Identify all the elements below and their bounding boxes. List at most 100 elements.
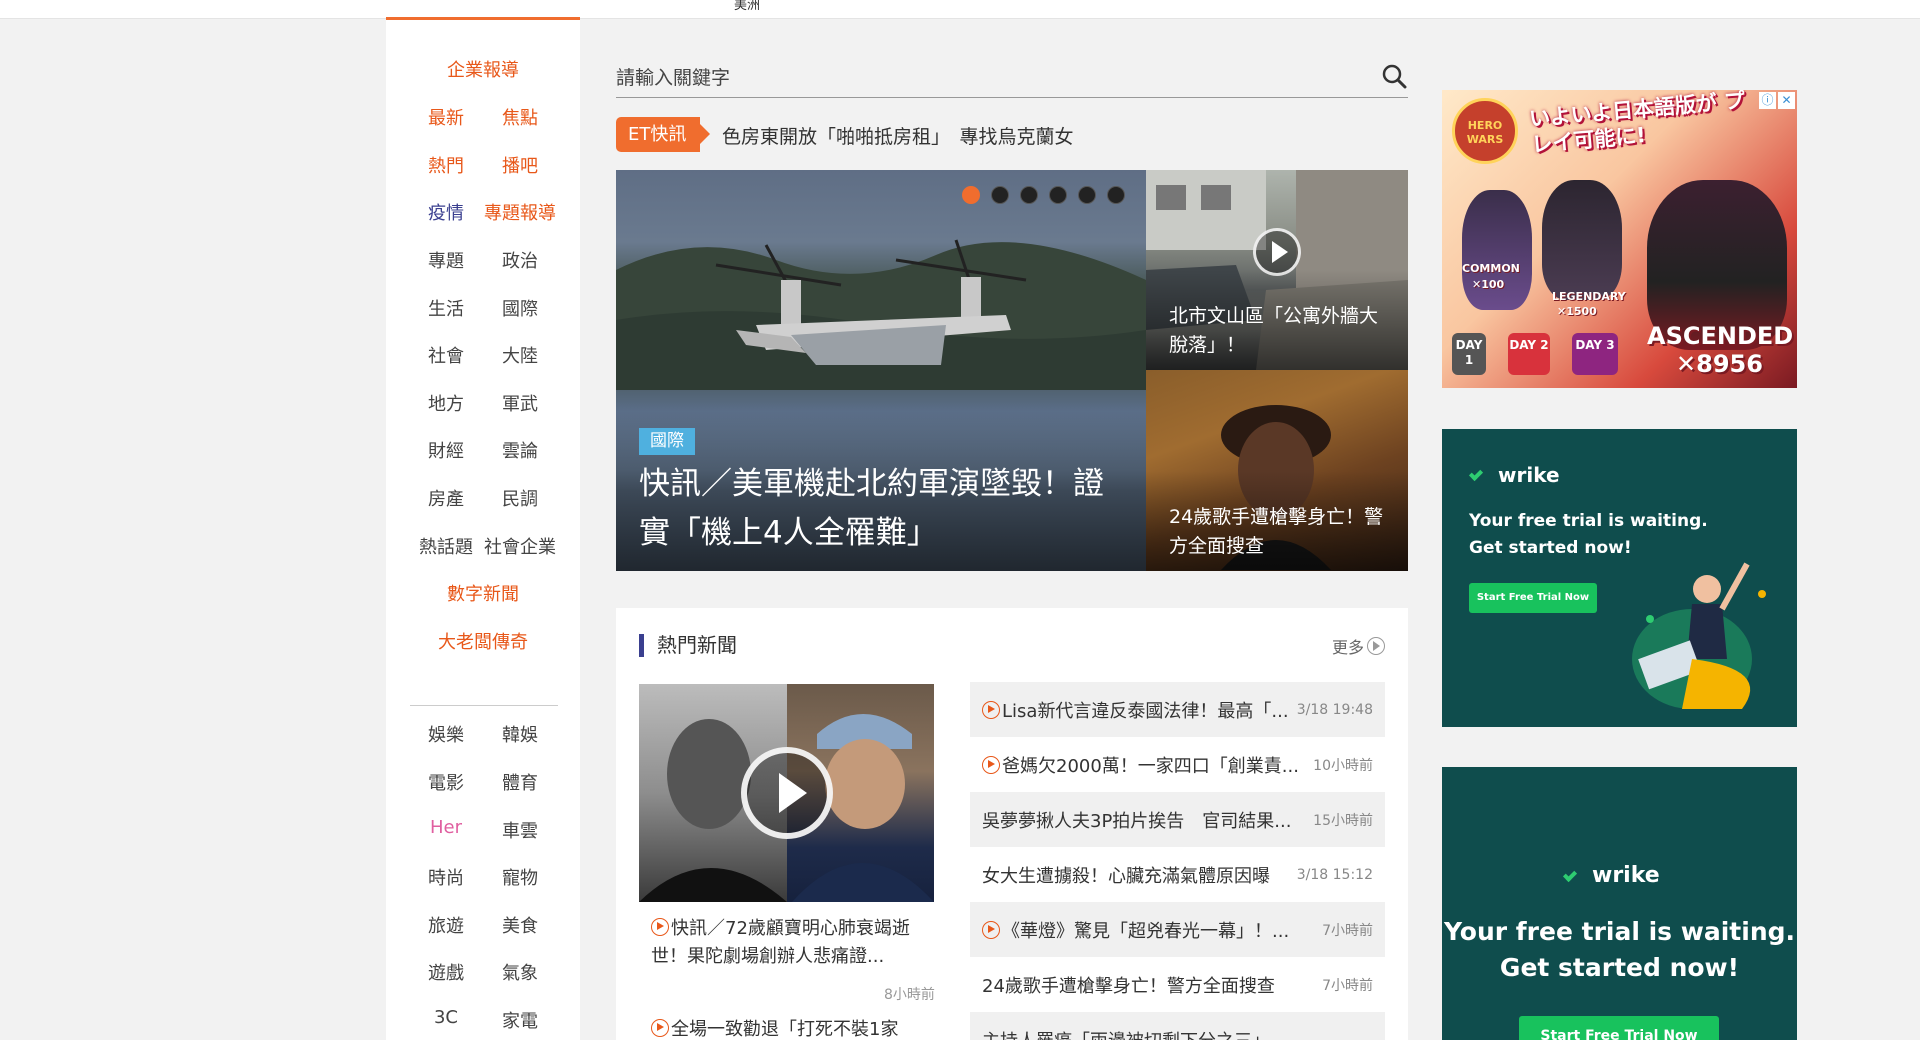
side-story-title[interactable]: 北市文山區「公寓外牆大脫落」！ [1169,302,1394,360]
news-item-title: Lisa新代言違反泰國法律！最高「... [982,697,1293,723]
top-nav-bar: 美洲 [0,0,1920,20]
wrike-advertisement-2[interactable]: wrike Your free trial is waiting. Get st… [1442,767,1797,1040]
search-icon[interactable] [1380,62,1408,90]
video-play-icon[interactable] [741,747,833,839]
sidebar-item-finance[interactable]: 財經 [428,437,464,463]
checkmark-icon [1562,869,1588,883]
sidebar-item-socialent[interactable]: 社會企業 [484,533,556,559]
sidebar-item-politics[interactable]: 政治 [502,247,538,273]
ad-close-icon[interactable]: ✕ [1778,92,1795,109]
news-item-time: 10小時前 [1313,757,1373,774]
news-item-title: 爸媽欠2000萬！一家四口「創業責... [982,752,1309,778]
wrike-copy-line-1: Your free trial is waiting. [1469,511,1708,531]
sidebar-item-3c[interactable]: 3C [434,1007,458,1028]
hero-headline[interactable]: 快訊／美軍機赴北約軍演墜毀！證實「機上4人全罹難」 [639,460,1109,558]
sidebar-item-appliances[interactable]: 家電 [502,1007,538,1033]
sidebar-item-weather[interactable]: 氣象 [502,959,538,985]
game-advertisement[interactable]: HERO WARS いよいよ日本語版が プレイ可能に! ⓘ ✕ COMMON ✕… [1442,90,1797,388]
sidebar-item-covid[interactable]: 疫情 [428,199,464,225]
arrow-right-circle-icon [1367,637,1385,655]
sidebar-item-sports[interactable]: 體育 [502,769,538,795]
more-link[interactable]: 更多 [1332,634,1385,658]
carousel-dot-3[interactable] [1020,186,1038,204]
sidebar-item-opinion[interactable]: 雲論 [502,437,538,463]
video-play-icon [982,920,1000,939]
feature-story-title[interactable]: 快訊／72歲顧寶明心肺衰竭逝世！果陀劇場創辦人悲痛證... [651,915,931,971]
video-play-icon [982,700,1000,719]
news-list-item[interactable]: Lisa新代言違反泰國法律！最高「... 3/18 19:48 [970,682,1385,737]
sidebar-item-pets[interactable]: 寵物 [502,864,538,890]
sidebar-item-movie[interactable]: 電影 [428,769,464,795]
sidebar-item-trending[interactable]: 熱話題 [419,533,473,559]
ascended-title: ASCENDED [1647,322,1794,350]
label-legendary: LEGENDARY [1552,290,1626,303]
news-item-title-text: 女大生遭擄殺！心臟充滿氣體原因曝 [982,865,1270,887]
sidebar-item-military[interactable]: 軍武 [502,390,538,416]
ad-choices[interactable]: ⓘ ✕ [1759,92,1795,109]
news-list-item[interactable]: 24歲歌手遭槍擊身亡！警方全面搜查 7小時前 [970,957,1385,1012]
sidebar-item-focus[interactable]: 焦點 [502,104,538,130]
ad-info-icon[interactable]: ⓘ [1759,92,1776,109]
news-list-item[interactable]: 吳夢夢揪人夫3P拍片挨告 官司結果... 15小時前 [970,792,1385,847]
news-list-item[interactable]: 女大生遭擄殺！心臟充滿氣體原因曝 3/18 15:12 [970,847,1385,902]
carousel-dot-5[interactable] [1078,186,1096,204]
sidebar-item-latest[interactable]: 最新 [428,104,464,130]
day-3-badge: DAY 3 [1572,333,1618,375]
news-list-item[interactable]: 主持人罹癌「兩邊被切剩下分之三」 [970,1012,1385,1040]
sidebar-item-cars[interactable]: 車雲 [502,817,538,843]
sidebar-item-boss[interactable]: 大老闆傳奇 [438,628,528,654]
start-free-trial-button[interactable]: Start Free Trial Now [1469,583,1597,613]
carousel-dot-2[interactable] [991,186,1009,204]
sidebar-item-local[interactable]: 地方 [428,390,464,416]
character-legendary [1542,180,1622,300]
sidebar-divider [410,705,558,706]
start-free-trial-button[interactable]: Start Free Trial Now [1519,1016,1719,1040]
sidebar-item-travel[interactable]: 旅遊 [428,912,464,938]
carousel-dot-4[interactable] [1049,186,1067,204]
sidebar-item-digital[interactable]: 數字新聞 [447,580,519,606]
sidebar-item-korea[interactable]: 韓娛 [502,721,538,747]
search-input[interactable] [616,60,1356,92]
sidebar-item-food[interactable]: 美食 [502,912,538,938]
side-story-card-1[interactable]: 北市文山區「公寓外牆大脫落」！ [1146,170,1408,370]
sidebar-item-fashion[interactable]: 時尚 [428,864,464,890]
checkmark-icon [1468,468,1494,482]
feature-story-2-title[interactable]: 全場一致勸退「打死不裝1家 [651,1016,931,1040]
carousel-dot-6[interactable] [1107,186,1125,204]
ascended-value: ✕8956 [1676,350,1763,378]
sidebar-item-special[interactable]: 專題報導 [484,199,556,225]
sidebar-item-poll[interactable]: 民調 [502,485,538,511]
video-play-icon[interactable] [1253,228,1301,276]
sidebar-item-hot[interactable]: 熱門 [428,152,464,178]
feature-story-image[interactable] [639,684,934,902]
side-story-title[interactable]: 24歲歌手遭槍擊身亡！警方全面搜查 [1169,503,1394,561]
news-item-time: 3/18 15:12 [1296,866,1373,883]
search-bar [616,60,1408,98]
sidebar-item-life[interactable]: 生活 [428,295,464,321]
news-list-item[interactable]: 爸媽欠2000萬！一家四口「創業責... 10小時前 [970,737,1385,792]
wrike-advertisement[interactable]: wrike Your free trial is waiting. Get st… [1442,429,1797,727]
hero-carousel-slide[interactable]: 國際 快訊／美軍機赴北約軍演墜毀！證實「機上4人全罹難」 [616,170,1146,571]
news-item-title: 吳夢夢揪人夫3P拍片挨告 官司結果... [982,807,1309,833]
side-story-card-2[interactable]: 24歲歌手遭槍擊身亡！警方全面搜查 [1146,370,1408,571]
breaking-news-headline[interactable]: 色房東開放「啪啪抵房租」 專找烏克蘭女 [722,122,1074,149]
sidebar-item-society[interactable]: 社會 [428,342,464,368]
sidebar-item-corp[interactable]: 企業報導 [447,56,519,82]
hero-category-tag[interactable]: 國際 [639,428,695,455]
news-list-item[interactable]: 《華燈》驚見「超兇春光一幕」！... 7小時前 [970,902,1385,957]
sidebar-item-realestate[interactable]: 房產 [428,485,464,511]
day-1-badge: DAY 1 [1452,333,1486,375]
feature-story-2-title-text: 全場一致勸退「打死不裝1家 [671,1019,899,1040]
news-item-time: 7小時前 [1322,977,1373,994]
sidebar-item-games[interactable]: 遊戲 [428,959,464,985]
sidebar-item-ent[interactable]: 娛樂 [428,721,464,747]
carousel-dot-1[interactable] [962,186,980,204]
sidebar-item-intl[interactable]: 國際 [502,295,538,321]
sidebar-item-live[interactable]: 播吧 [502,152,538,178]
news-item-title-text: 主持人罹癌「兩邊被切剩下分之三」 [982,1031,1270,1040]
carousel-pagination [962,186,1125,204]
sidebar-item-topic[interactable]: 專題 [428,247,464,273]
sidebar-item-china[interactable]: 大陸 [502,342,538,368]
top-nav-item-americas[interactable]: 美洲 [734,0,760,13]
sidebar-item-her[interactable]: Her [430,817,462,838]
